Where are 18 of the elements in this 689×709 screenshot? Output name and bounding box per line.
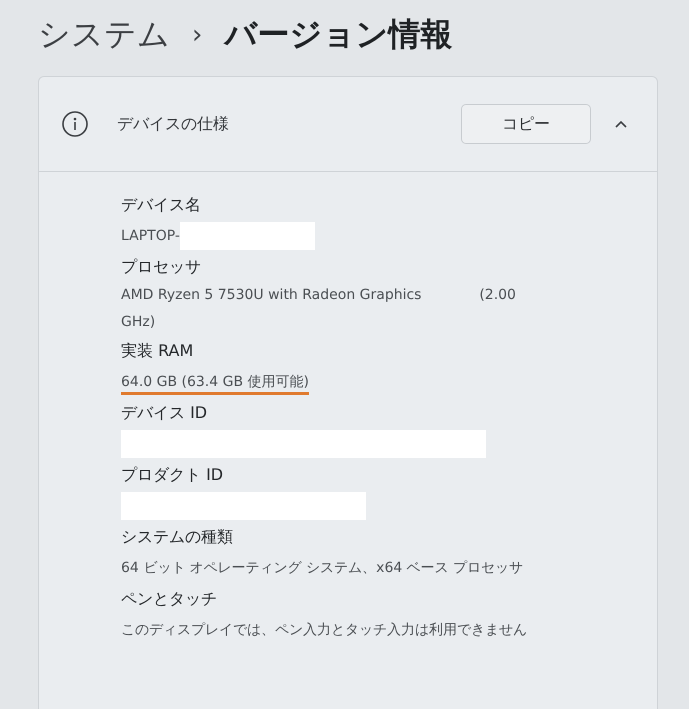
info-icon <box>61 110 89 138</box>
spec-label: ペンとタッチ <box>121 588 218 610</box>
spec-value: 64 ビット オペレーティング システム、x64 ベース プロセッサ <box>121 558 524 578</box>
breadcrumb-separator: › <box>192 20 202 50</box>
breadcrumb-parent[interactable]: システム <box>38 13 170 57</box>
spec-value: LAPTOP- <box>121 226 180 246</box>
spec-label: システムの種類 <box>121 526 234 548</box>
spec-value: このディスプレイでは、ペン入力とタッチ入力は利用できません <box>121 620 527 640</box>
spec-label: プロセッサ <box>121 256 202 278</box>
section-title: デバイスの仕様 <box>117 114 230 134</box>
page-title: バージョン情報 <box>224 14 452 55</box>
spec-label: プロダクト ID <box>121 464 224 486</box>
spec-label: デバイス ID <box>121 402 208 424</box>
spec-label: デバイス名 <box>121 194 202 216</box>
spec-value: AMD Ryzen 5 7530U with Radeon Graphics (2.00 GHz) <box>121 286 517 332</box>
spec-label: 実装 RAM <box>121 340 194 362</box>
copy-button[interactable]: コピー <box>461 104 591 144</box>
spec-value: 64.0 GB (63.4 GB 使用可能) <box>121 372 309 392</box>
